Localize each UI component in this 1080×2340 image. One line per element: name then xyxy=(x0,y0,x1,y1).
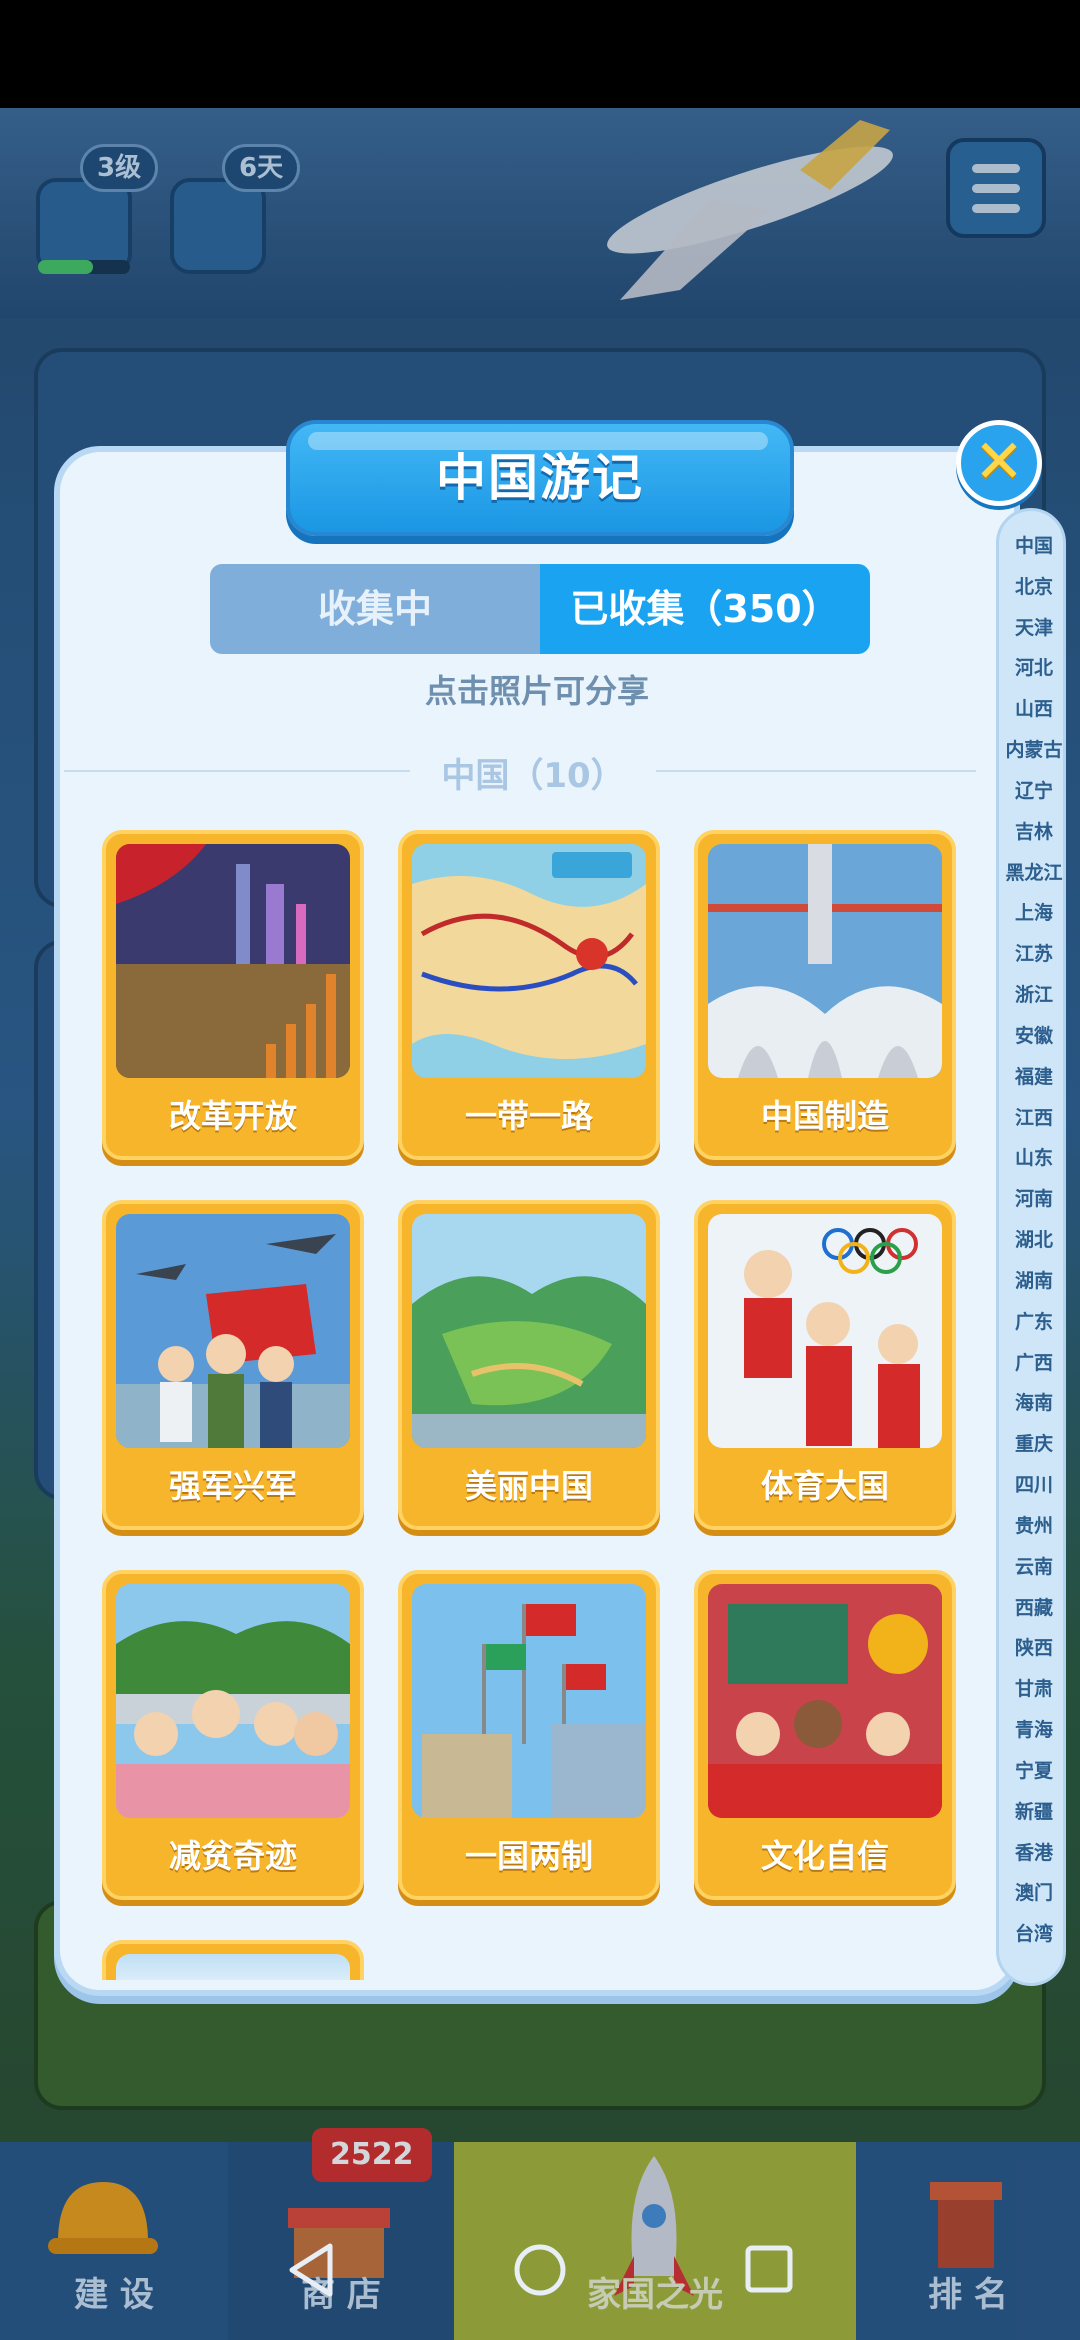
photo-card-sports[interactable]: 体育大国 xyxy=(694,1200,956,1530)
photo-card-culture[interactable]: 文化自信 xyxy=(694,1570,956,1900)
province-index-item[interactable]: 江苏 xyxy=(999,939,1069,966)
photo-card-made-in-china[interactable]: 中国制造 xyxy=(694,830,956,1160)
photo-sports-power xyxy=(708,1214,942,1448)
card-label: 强军兴军 xyxy=(168,1467,297,1505)
province-index-item[interactable]: 河南 xyxy=(999,1184,1069,1211)
photo-card-poverty[interactable]: 减贫奇迹 xyxy=(102,1570,364,1900)
photo-card-partial[interactable] xyxy=(102,1940,364,1980)
province-index-item[interactable]: 北京 xyxy=(999,572,1069,599)
section-title: 中国（10） xyxy=(441,756,625,796)
province-index-item[interactable]: 河北 xyxy=(999,653,1069,680)
photo-made-in-china xyxy=(708,844,942,1078)
province-index-item[interactable]: 辽宁 xyxy=(999,776,1069,803)
photo-belt-road xyxy=(412,844,646,1078)
photo-beautiful-china xyxy=(412,1214,646,1448)
province-index-item[interactable]: 新疆 xyxy=(999,1797,1069,1824)
tab-collecting[interactable]: 收集中 xyxy=(210,564,540,654)
photo-partial xyxy=(116,1954,350,1980)
province-index-item[interactable]: 福建 xyxy=(999,1062,1069,1089)
province-index-item[interactable]: 青海 xyxy=(999,1715,1069,1742)
province-index-item[interactable]: 内蒙古 xyxy=(999,735,1069,762)
status-bar xyxy=(0,0,1080,108)
collection-tabs: 收集中 已收集（350） xyxy=(210,564,870,654)
province-index-item[interactable]: 甘肃 xyxy=(999,1674,1069,1701)
share-hint: 点击照片可分享 xyxy=(424,672,649,710)
photo-one-country-two-systems xyxy=(412,1584,646,1818)
photo-card-belt-road[interactable]: 一带一路 xyxy=(398,830,660,1160)
divider xyxy=(64,770,410,772)
card-label: 体育大国 xyxy=(760,1467,889,1505)
province-index-item[interactable]: 陕西 xyxy=(999,1633,1069,1660)
photo-strong-military xyxy=(116,1214,350,1448)
province-index-item[interactable]: 广东 xyxy=(999,1307,1069,1334)
card-label: 一国两制 xyxy=(464,1837,593,1875)
close-icon: ✕ xyxy=(973,427,1025,497)
province-index-item[interactable]: 黑龙江 xyxy=(999,858,1069,885)
province-index-item[interactable]: 中国 xyxy=(999,531,1069,558)
province-index-item[interactable]: 台湾 xyxy=(999,1919,1069,1946)
province-index-item[interactable]: 吉林 xyxy=(999,817,1069,844)
card-label: 一带一路 xyxy=(464,1097,593,1135)
province-index-item[interactable]: 天津 xyxy=(999,613,1069,640)
province-index-item[interactable]: 西藏 xyxy=(999,1593,1069,1620)
divider xyxy=(656,770,976,772)
card-label: 中国制造 xyxy=(760,1097,889,1135)
province-index-item[interactable]: 四川 xyxy=(999,1470,1069,1497)
card-label: 美丽中国 xyxy=(464,1467,593,1505)
province-index-item[interactable]: 山西 xyxy=(999,694,1069,721)
tab-collected[interactable]: 已收集（350） xyxy=(540,564,870,654)
province-index-item[interactable]: 湖北 xyxy=(999,1225,1069,1252)
close-button[interactable]: ✕ xyxy=(956,420,1042,506)
home-icon[interactable] xyxy=(512,2240,568,2300)
province-index-item[interactable]: 重庆 xyxy=(999,1429,1069,1456)
province-index-item[interactable]: 湖南 xyxy=(999,1266,1069,1293)
province-index: 中国北京天津河北山西内蒙古辽宁吉林黑龙江上海江苏浙江安徽福建江西山东河南湖北湖南… xyxy=(996,508,1066,1986)
province-index-item[interactable]: 贵州 xyxy=(999,1511,1069,1538)
province-index-item[interactable]: 海南 xyxy=(999,1388,1069,1415)
recents-icon[interactable] xyxy=(744,2240,794,2300)
modal-title-banner: 中国游记 xyxy=(286,420,794,536)
modal-title: 中国游记 xyxy=(436,449,644,507)
province-index-item[interactable]: 广西 xyxy=(999,1348,1069,1375)
back-icon[interactable] xyxy=(286,2240,336,2300)
province-index-item[interactable]: 宁夏 xyxy=(999,1756,1069,1783)
photo-card-reform[interactable]: 改革开放 xyxy=(102,830,364,1160)
province-index-item[interactable]: 澳门 xyxy=(999,1878,1069,1905)
photo-reform-opening xyxy=(116,844,350,1078)
province-index-item[interactable]: 安徽 xyxy=(999,1021,1069,1048)
photo-card-beautiful-china[interactable]: 美丽中国 xyxy=(398,1200,660,1530)
photo-card-military[interactable]: 强军兴军 xyxy=(102,1200,364,1530)
card-label: 改革开放 xyxy=(168,1097,297,1135)
province-index-item[interactable]: 江西 xyxy=(999,1103,1069,1130)
photo-card-one-country[interactable]: 一国两制 xyxy=(398,1570,660,1900)
photo-cultural-confidence xyxy=(708,1584,942,1818)
photo-poverty-miracle xyxy=(116,1584,350,1818)
card-label: 减贫奇迹 xyxy=(168,1837,297,1875)
card-label: 文化自信 xyxy=(760,1837,889,1875)
province-index-item[interactable]: 浙江 xyxy=(999,980,1069,1007)
province-index-item[interactable]: 云南 xyxy=(999,1552,1069,1579)
province-index-item[interactable]: 香港 xyxy=(999,1838,1069,1865)
province-index-item[interactable]: 山东 xyxy=(999,1143,1069,1170)
province-index-item[interactable]: 上海 xyxy=(999,898,1069,925)
